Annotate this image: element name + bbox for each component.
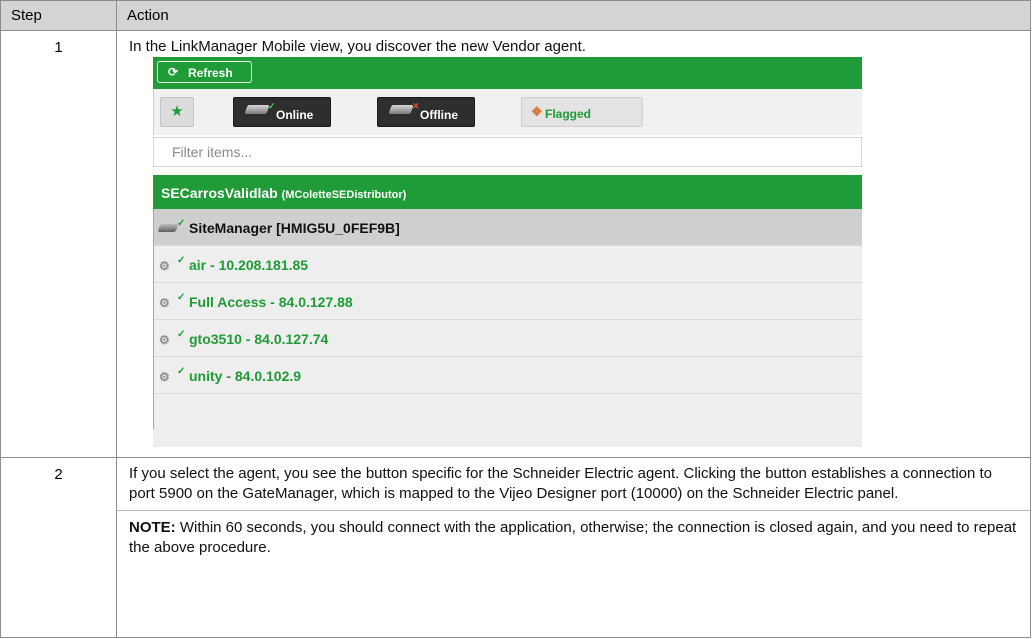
step-number: 2 [0, 457, 117, 638]
agent-gear-icon: ⚙ [159, 259, 170, 273]
action-cell: If you select the agent, you see the but… [116, 457, 1031, 638]
online-filter-button[interactable]: ✓ Online [233, 97, 331, 127]
device-icon [388, 105, 414, 114]
top-toolbar: ⟳ Refresh [153, 57, 862, 89]
check-icon: ✓ [268, 101, 276, 111]
check-icon: ✓ [177, 366, 186, 377]
note-label: NOTE: [129, 519, 176, 536]
offline-label: Offline [420, 108, 458, 122]
site-name: SECarrosValidlab [161, 185, 278, 201]
list-item[interactable]: ⚙ ✓ unity - 84.0.102.9 [153, 357, 862, 394]
filter-toolbar: ★ ✓ Online ✕ Offline ❖ Flagged [153, 89, 862, 135]
online-label: Online [276, 108, 314, 122]
site-title: SECarrosValidlab (MColetteSEDistributor) [161, 185, 406, 201]
device-label: Full Access - 84.0.127.88 [189, 294, 353, 310]
check-icon: ✓ [177, 218, 186, 229]
filter-input[interactable]: Filter items... [153, 137, 862, 167]
device-icon [244, 105, 270, 114]
device-label: SiteManager [HMIG5U_0FEF9B] [189, 220, 400, 236]
list-item-empty [153, 394, 862, 431]
note-paragraph: NOTE: Within 60 seconds, you should conn… [117, 511, 1030, 558]
offline-filter-button[interactable]: ✕ Offline [377, 97, 475, 127]
table-row: 2 If you select the agent, you see the b… [0, 457, 1031, 638]
list-item[interactable]: ⚙ ✓ gto3510 - 84.0.127.74 [153, 320, 862, 357]
linkmanager-mobile-screenshot: ⟳ Refresh ★ ✓ Online ✕ Offline ❖ Flagged… [153, 57, 862, 447]
action-column-header: Action [116, 0, 1031, 31]
check-icon: ✓ [177, 329, 186, 340]
list-item[interactable]: ⚙ ✓ air - 10.208.181.85 [153, 246, 862, 283]
list-item[interactable]: ⚙ ✓ Full Access - 84.0.127.88 [153, 283, 862, 320]
cross-icon: ✕ [412, 101, 420, 111]
step-column-header: Step [0, 0, 117, 31]
action-text: If you select the agent, you see the but… [117, 458, 1030, 511]
device-label: unity - 84.0.102.9 [189, 368, 302, 384]
check-icon: ✓ [177, 255, 186, 266]
device-label: air - 10.208.181.85 [189, 257, 309, 273]
list-footer [153, 429, 862, 447]
agent-gear-icon: ⚙ [159, 370, 170, 384]
refresh-button[interactable]: ⟳ Refresh [157, 61, 252, 83]
flagged-label: Flagged [545, 107, 592, 121]
agent-gear-icon: ⚙ [159, 333, 170, 347]
device-label: gto3510 - 84.0.127.74 [189, 331, 329, 347]
check-icon: ✓ [177, 292, 186, 303]
note-text: Within 60 seconds, you should connect wi… [129, 519, 1017, 556]
step-number: 1 [0, 30, 117, 458]
star-icon: ★ [170, 103, 184, 120]
site-header[interactable]: SECarrosValidlab (MColetteSEDistributor) [153, 175, 862, 209]
list-item[interactable]: ✓ SiteManager [HMIG5U_0FEF9B] [153, 209, 862, 246]
agent-gear-icon: ⚙ [159, 296, 170, 310]
site-owner: (MColetteSEDistributor) [281, 189, 407, 201]
sitemanager-icon [157, 224, 179, 232]
list-left-border [153, 209, 154, 429]
flag-icon: ❖ [531, 104, 543, 119]
favorites-button[interactable]: ★ [160, 97, 194, 127]
action-text: In the LinkManager Mobile view, you disc… [129, 38, 586, 55]
refresh-label: Refresh [188, 66, 233, 80]
flagged-filter-button[interactable]: ❖ Flagged [521, 97, 643, 127]
refresh-icon: ⟳ [168, 65, 179, 79]
